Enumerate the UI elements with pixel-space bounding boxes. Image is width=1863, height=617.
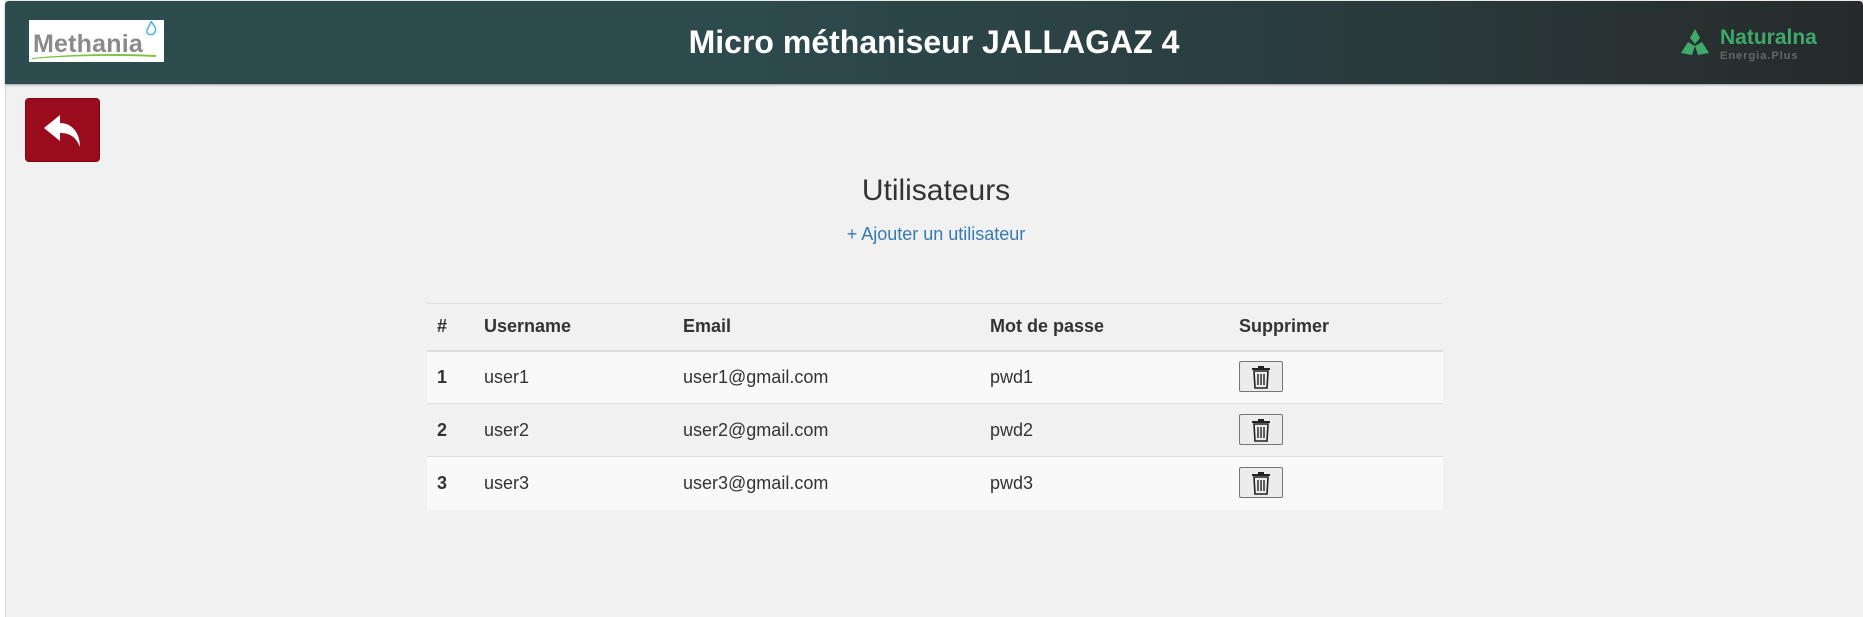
column-header-num: # [427,303,474,352]
table-row: 1 user1 user1@gmail.com pwd1 [427,350,1443,404]
row-delete-cell [1229,350,1443,404]
row-email: user3@gmail.com [673,456,980,510]
row-password: pwd2 [980,403,1229,457]
table-row: 3 user3 user3@gmail.com pwd3 [427,456,1443,510]
column-header-email: Email [673,303,980,352]
row-email: user2@gmail.com [673,403,980,457]
naturalna-name: Naturalna [1720,26,1817,49]
trash-icon [1252,366,1270,390]
naturalna-mark-icon [1681,29,1709,55]
row-username: user3 [474,456,673,510]
row-email: user1@gmail.com [673,350,980,404]
row-delete-cell [1229,403,1443,457]
row-number: 1 [427,350,474,404]
add-user-link-container: + Ajouter un utilisateur [0,224,1863,245]
back-button[interactable] [25,98,100,162]
naturalna-sub: Energia.Plus [1720,50,1799,62]
delete-user-button[interactable] [1239,467,1283,499]
row-number: 3 [427,456,474,510]
column-header-username: Username [474,303,673,352]
column-header-password: Mot de passe [980,303,1229,352]
row-number: 2 [427,403,474,457]
row-username: user2 [474,403,673,457]
app-title: Micro méthaniseur JALLAGAZ 4 [688,24,1180,60]
trash-icon [1252,419,1270,442]
table-row: 2 user2 user2@gmail.com pwd2 [427,403,1443,457]
row-password: pwd3 [980,456,1229,510]
row-username: user1 [474,350,673,404]
header-bar: Methania Micro méthaniseur JALLAGAZ 4 Na… [5,1,1863,84]
row-password: pwd1 [980,350,1229,404]
delete-user-button[interactable] [1239,361,1283,393]
naturalna-logo: Naturalna Energia.Plus [1678,24,1848,64]
page-title: Utilisateurs [861,174,1011,207]
trash-icon [1252,472,1270,496]
row-delete-cell [1229,456,1443,510]
users-table: # Username Email Mot de passe Supprimer … [427,303,1443,510]
delete-user-button[interactable] [1239,414,1283,445]
reply-arrow-icon [44,115,80,147]
column-header-delete: Supprimer [1229,303,1443,352]
table-header-row: # Username Email Mot de passe Supprimer [427,303,1443,352]
add-user-link[interactable]: + Ajouter un utilisateur [847,224,1026,244]
